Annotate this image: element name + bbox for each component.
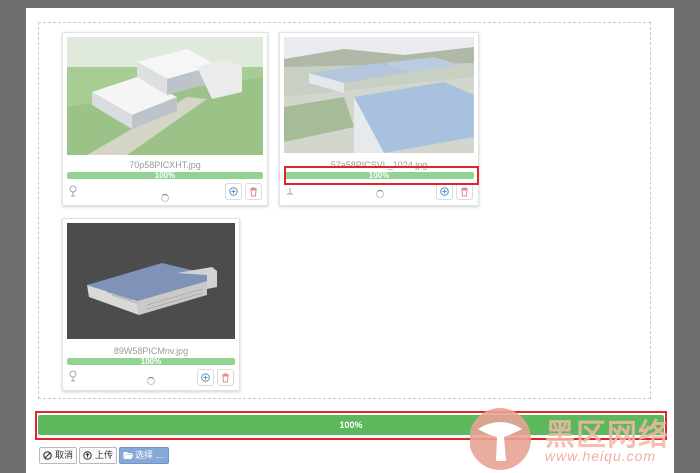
upload-button[interactable]: 上传 bbox=[79, 447, 118, 464]
upload-circle-icon bbox=[83, 451, 92, 460]
upload-status-icon bbox=[69, 185, 77, 197]
trash-icon bbox=[222, 373, 229, 383]
loading-spinner-icon bbox=[376, 190, 384, 198]
file-progress-fill: 100% bbox=[67, 172, 263, 179]
trash-icon bbox=[250, 187, 257, 197]
cancel-button[interactable]: 取消 bbox=[39, 447, 78, 464]
file-preview-card: 89W58PICMnv.jpg 100% bbox=[62, 218, 240, 391]
zoom-icon bbox=[201, 373, 210, 382]
file-thumbnail bbox=[67, 223, 235, 339]
file-thumbnail bbox=[67, 37, 263, 155]
loading-spinner-icon bbox=[147, 377, 155, 385]
remove-file-button[interactable] bbox=[245, 183, 262, 200]
browse-button[interactable]: 选择 … bbox=[119, 447, 169, 464]
loading-spinner-icon bbox=[161, 194, 169, 202]
folder-open-icon bbox=[123, 452, 134, 459]
file-name: 70p58PICXHT.jpg bbox=[129, 160, 201, 170]
zoom-icon bbox=[440, 187, 449, 196]
remove-file-button[interactable] bbox=[456, 183, 473, 200]
trash-icon bbox=[461, 187, 468, 197]
remove-file-button[interactable] bbox=[217, 369, 234, 386]
file-progress-bar: 100% bbox=[67, 358, 235, 365]
upload-status-icon bbox=[69, 370, 77, 382]
file-progress-fill: 100% bbox=[67, 358, 235, 365]
file-progress-bar: 100% bbox=[67, 172, 263, 179]
zoom-button[interactable] bbox=[197, 369, 214, 386]
zoom-button[interactable] bbox=[436, 183, 453, 200]
file-name: 89W58PICMnv.jpg bbox=[113, 346, 189, 356]
highlight-box bbox=[284, 166, 479, 185]
browse-button-label: 选择 … bbox=[135, 450, 165, 460]
cancel-button-label: 取消 bbox=[55, 450, 74, 460]
file-preview-card: 70p58PICXHT.jpg 100% bbox=[62, 32, 268, 206]
watermark-url: www.heiqu.com bbox=[545, 448, 657, 464]
zoom-icon bbox=[229, 187, 238, 196]
upload-status-icon bbox=[287, 188, 293, 195]
file-thumbnail bbox=[284, 37, 474, 153]
ban-icon bbox=[43, 451, 52, 460]
upload-button-label: 上传 bbox=[95, 450, 114, 460]
zoom-button[interactable] bbox=[225, 183, 242, 200]
